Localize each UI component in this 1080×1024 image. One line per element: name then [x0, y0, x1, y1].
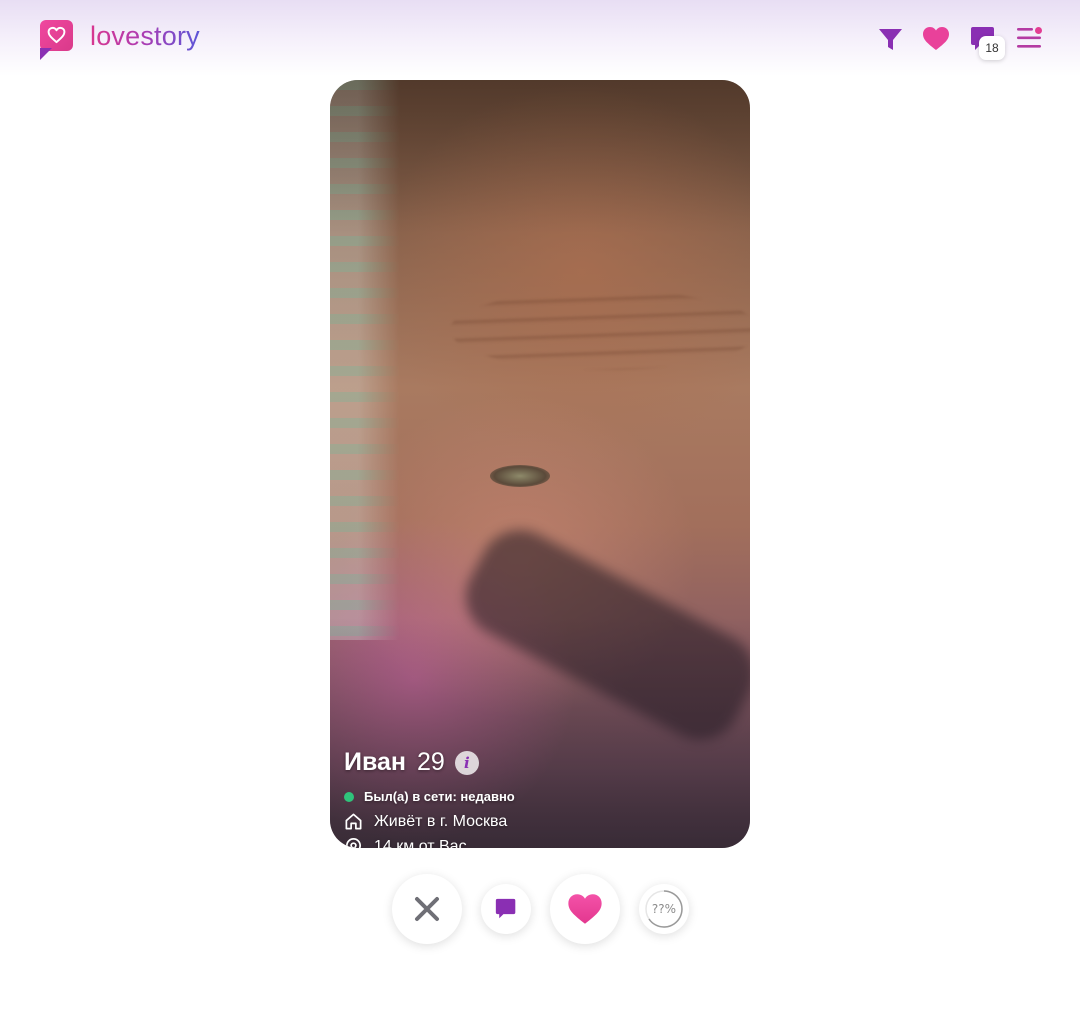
profile-card[interactable]: Иван 29 i Был(а) в сети: недавно Живёт в…	[330, 80, 750, 848]
online-dot	[344, 791, 354, 802]
dislike-button[interactable]	[392, 874, 462, 944]
message-button[interactable]	[481, 884, 531, 934]
logo-heart-icon	[40, 20, 73, 60]
profile-photo	[330, 80, 750, 848]
filter-icon[interactable]	[878, 28, 903, 52]
heart-icon	[568, 894, 602, 924]
online-status-text: Был(а) в сети: недавно	[364, 789, 515, 804]
profile-name: Иван	[344, 748, 407, 776]
chat-icon	[495, 898, 516, 919]
compatibility-button[interactable]: ??%	[639, 884, 689, 934]
profile-info: Иван 29 i Был(а) в сети: недавно Живёт в…	[344, 748, 515, 848]
online-status: Был(а) в сети: недавно	[344, 789, 515, 804]
compatibility-ring	[645, 890, 683, 928]
logo-text: lovestory	[90, 20, 200, 51]
menu-notification-dot	[1035, 27, 1042, 34]
messages-count-badge: 18	[979, 36, 1005, 60]
profile-distance-text: 14 км от Вас	[374, 837, 467, 849]
profile-age: 29	[417, 748, 445, 776]
top-bar: lovestory 18	[0, 0, 1080, 76]
like-button[interactable]	[550, 874, 620, 944]
profile-location: Живёт в г. Москва	[344, 812, 515, 831]
profile-distance: 14 км от Вас	[344, 837, 515, 848]
close-icon	[415, 897, 439, 921]
profile-info-icon[interactable]: i	[454, 750, 479, 775]
logo[interactable]: lovestory	[40, 20, 200, 60]
location-pin-icon	[345, 838, 362, 848]
likes-heart-icon[interactable]	[922, 26, 950, 51]
profile-location-text: Живёт в г. Москва	[374, 812, 508, 830]
home-icon	[345, 813, 362, 830]
